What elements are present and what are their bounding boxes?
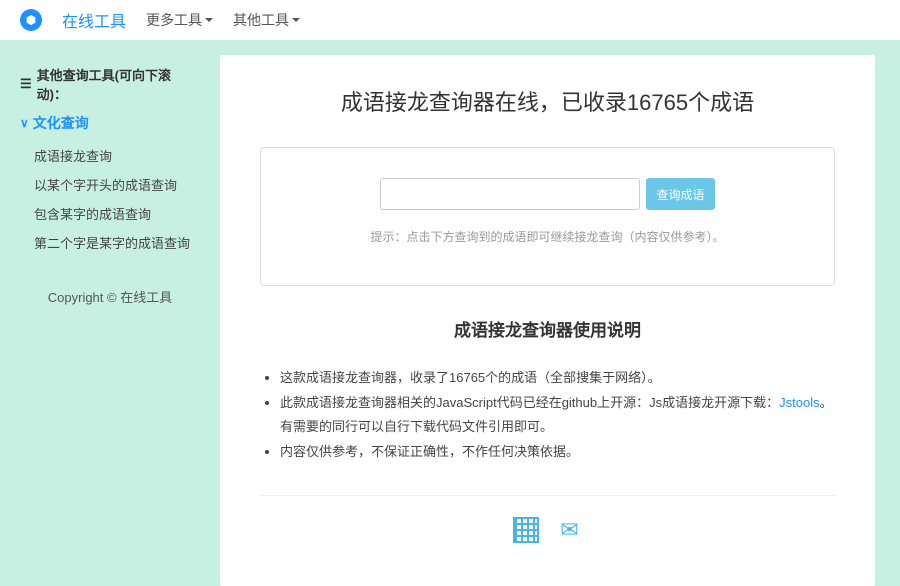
search-input[interactable] [380, 178, 640, 210]
page-title: 成语接龙查询器在线，已收录16765个成语 [260, 85, 835, 117]
usage-title: 成语接龙查询器使用说明 [260, 316, 835, 341]
list-icon: ☰ [20, 76, 32, 92]
usage-list: 这款成语接龙查询器，收录了16765个的成语（全部搜集于网络）。 此款成语接龙查… [260, 366, 835, 465]
nav-more-tools[interactable]: 更多工具 [146, 10, 213, 30]
caret-down-icon [292, 18, 300, 22]
usage-item: 这款成语接龙查询器，收录了16765个的成语（全部搜集于网络）。 [280, 366, 835, 391]
search-panel: 查询成语 提示：点击下方查询到的成语即可继续接龙查询（内容仅供参考）。 [260, 147, 835, 286]
copyright: Copyright © 在线工具 [20, 287, 200, 306]
sidebar-link-start-with[interactable]: 以某个字开头的成语查询 [20, 170, 200, 199]
sidebar-header: ☰ 其他查询工具(可向下滚动)： [20, 65, 200, 103]
sidebar-link-contains[interactable]: 包含某字的成语查询 [20, 199, 200, 228]
container: ☰ 其他查询工具(可向下滚动)： ∨ 文化查询 成语接龙查询 以某个字开头的成语… [0, 55, 900, 586]
sidebar-link-second-char[interactable]: 第二个字是某字的成语查询 [20, 228, 200, 257]
caret-down-icon [205, 18, 213, 22]
chevron-down-icon: ∨ [20, 116, 29, 130]
usage-item: 此款成语接龙查询器相关的JavaScript代码已经在github上开源：Js成… [280, 391, 835, 440]
sidebar-header-text: 其他查询工具(可向下滚动)： [37, 65, 200, 103]
usage-item: 内容仅供参考，不保证正确性，不作任何决策依据。 [280, 440, 835, 465]
nav-other-tools[interactable]: 其他工具 [233, 10, 300, 30]
navbar: ⬢ 在线工具 更多工具 其他工具 [0, 0, 900, 40]
share-icons: ✉ [260, 514, 835, 546]
search-hint: 提示：点击下方查询到的成语即可继续接龙查询（内容仅供参考）。 [281, 228, 814, 245]
search-button[interactable]: 查询成语 [646, 178, 714, 210]
logo-icon: ⬢ [20, 9, 42, 31]
brand-link[interactable]: 在线工具 [62, 8, 126, 32]
sidebar: ☰ 其他查询工具(可向下滚动)： ∨ 文化查询 成语接龙查询 以某个字开头的成语… [0, 55, 220, 586]
sidebar-category-culture[interactable]: ∨ 文化查询 [20, 113, 200, 133]
sidebar-link-idiom-chain[interactable]: 成语接龙查询 [20, 141, 200, 170]
qrcode-icon[interactable] [510, 514, 542, 546]
main-content: 成语接龙查询器在线，已收录16765个成语 查询成语 提示：点击下方查询到的成语… [220, 55, 875, 586]
divider [260, 495, 835, 496]
category-label: 文化查询 [33, 113, 89, 133]
jstools-link[interactable]: Jstools [779, 395, 819, 410]
mail-icon[interactable]: ✉ [554, 514, 586, 546]
